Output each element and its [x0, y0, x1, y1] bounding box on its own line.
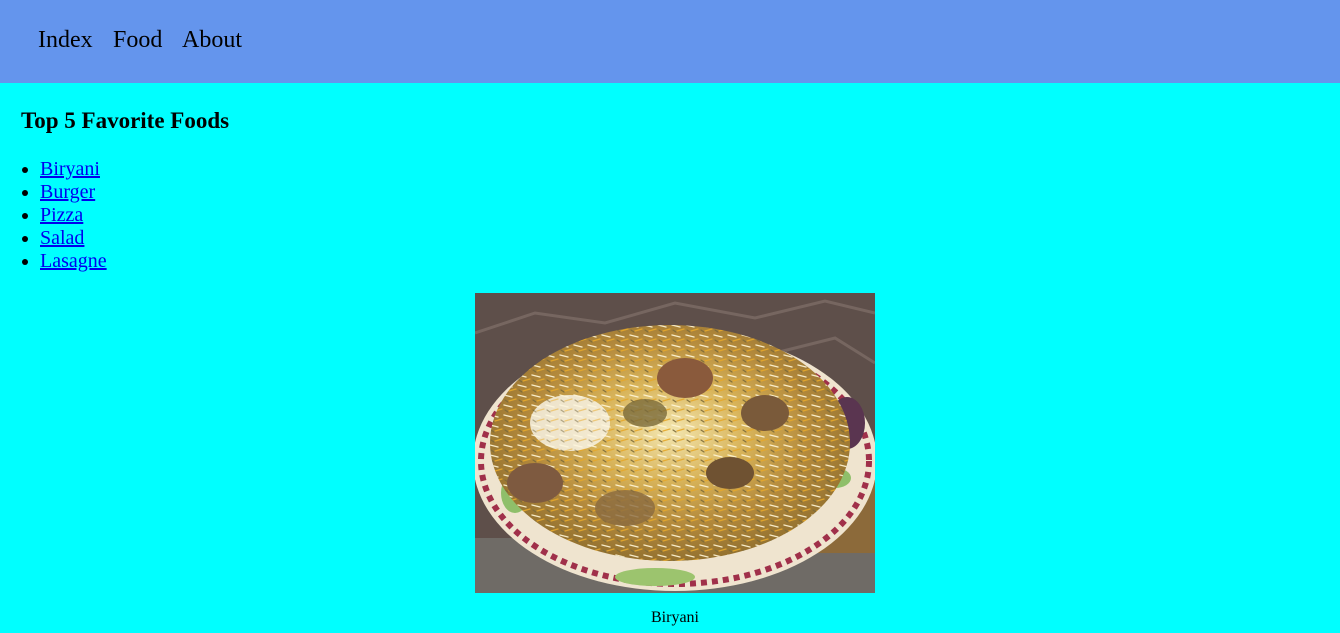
- nav-link-food[interactable]: Food: [113, 26, 162, 54]
- food-link-pizza[interactable]: Pizza: [40, 204, 83, 226]
- image-caption: Biryani: [651, 609, 699, 626]
- food-link-lasagne[interactable]: Lasagne: [40, 250, 107, 272]
- list-item: Pizza: [40, 204, 107, 227]
- food-list: Biryani Burger Pizza Salad Lasagne: [0, 158, 107, 273]
- list-item: Lasagne: [40, 250, 107, 273]
- list-item: Salad: [40, 227, 107, 250]
- food-link-biryani[interactable]: Biryani: [40, 158, 100, 180]
- food-link-burger[interactable]: Burger: [40, 181, 95, 203]
- page-title: Top 5 Favorite Foods: [21, 108, 230, 133]
- food-link-salad[interactable]: Salad: [40, 227, 84, 249]
- biryani-image: [475, 293, 875, 593]
- biryani-photo-illustration: [475, 293, 875, 593]
- nav-link-about[interactable]: About: [182, 26, 242, 54]
- top-navbar: Index Food About: [0, 0, 1340, 83]
- list-item: Burger: [40, 181, 107, 204]
- nav-link-index[interactable]: Index: [38, 26, 93, 54]
- list-item: Biryani: [40, 158, 107, 181]
